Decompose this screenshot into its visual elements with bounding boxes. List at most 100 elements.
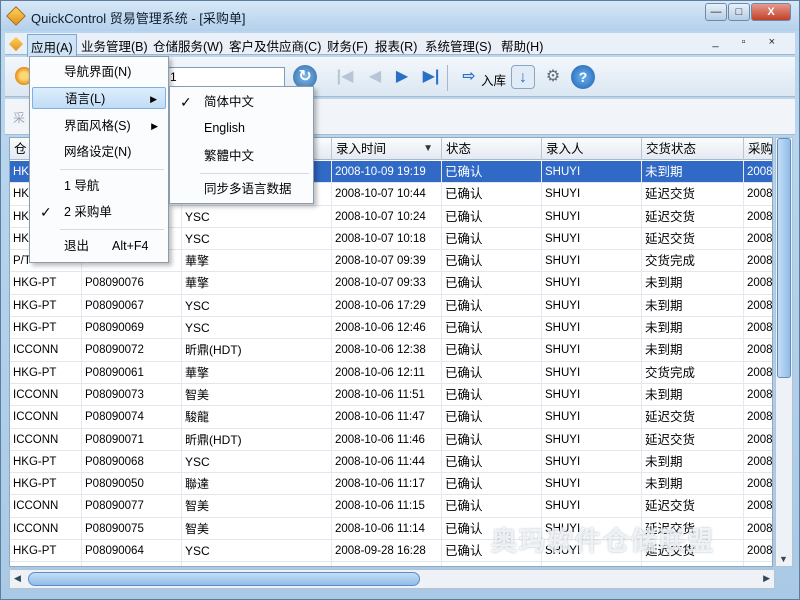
menu-help[interactable]: 帮助(H): [499, 36, 545, 55]
column-header-status[interactable]: 状态: [442, 138, 542, 160]
last-icon[interactable]: ▶|: [419, 65, 443, 89]
cell-warehouse: ICCONN: [10, 517, 82, 540]
table-row[interactable]: ICCONN P08090073 智美 2008-10-06 11:51 已确认 SHUY…: [10, 383, 772, 407]
first-icon[interactable]: |◀: [333, 65, 357, 89]
close-button[interactable]: X: [751, 3, 791, 21]
menu-business[interactable]: 业务管理(B): [79, 36, 150, 55]
menu-customers[interactable]: 客户及供应商(C): [227, 36, 323, 55]
tool-icon[interactable]: ⚙: [541, 65, 565, 89]
cell-supplier: YSC: [182, 540, 332, 563]
menu-item-language[interactable]: 语言(L) ▶: [32, 87, 166, 109]
cell-purchase-date: 2008-: [744, 272, 772, 294]
cell-order-no: P08090064: [82, 540, 182, 563]
cell-order-no: P08090069: [82, 317, 182, 340]
cell-order-no: P08090068: [82, 450, 182, 473]
maximize-button[interactable]: □: [728, 3, 750, 21]
column-header-delivery-status[interactable]: 交货状态: [642, 138, 744, 160]
column-header-purchase-date[interactable]: 采购: [744, 138, 772, 160]
menu-item-language-label: 语言(L): [65, 92, 106, 106]
cell-entered-by: SHUYI: [542, 406, 642, 429]
cell-order-no: P08090071: [82, 428, 182, 451]
cell-delivery-status: 未到期: [642, 383, 744, 406]
check-icon: ✓: [180, 94, 192, 110]
cell-warehouse: HKG-PT: [10, 294, 82, 317]
menu-item-traditional-chinese[interactable]: 繁體中文: [172, 145, 311, 167]
table-row[interactable]: HKG-PT P08090050 聯達 2008-10-06 11:17 已确认 SHUY…: [10, 473, 772, 496]
cell-status: 已确认: [442, 406, 542, 429]
cell-delivery-status: 延迟交货: [642, 406, 744, 429]
cell-supplier: 聯達: [182, 473, 332, 496]
table-row[interactable]: HKG-PT P08090069 YSC 2008-10-06 12:46 已确认 SHU…: [10, 317, 772, 340]
menu-item-exit[interactable]: 退出 Alt+F4: [32, 235, 166, 257]
vertical-scroll-thumb[interactable]: [777, 138, 791, 378]
column-header-entered-by[interactable]: 录入人: [542, 138, 642, 160]
minimize-button[interactable]: —: [705, 3, 727, 21]
menu-item-ui-style[interactable]: 界面风格(S) ▶: [32, 115, 166, 137]
menu-item-sync-languages[interactable]: 同步多语言数据: [172, 178, 311, 200]
cell-delivery-status: 未到期: [642, 473, 744, 496]
cell-warehouse: ICCONN: [10, 339, 82, 362]
cell-delivery-status: 未到期: [642, 272, 744, 295]
cell-warehouse: ICCONN: [10, 406, 82, 429]
next-icon[interactable]: ▶: [390, 65, 414, 89]
menu-item-window-2[interactable]: ✓ 2 采购单: [32, 201, 166, 223]
title-bar[interactable]: QuickControl 贸易管理系统 - [采购单] — □ X: [1, 1, 799, 31]
horizontal-scrollbar[interactable]: ◀ ▶: [9, 569, 775, 589]
table-row[interactable]: HKG-PT P08090068 YSC 2008-10-06 11:44 已确认 SHU…: [10, 450, 772, 474]
table-row[interactable]: ICCONN P08090074 駿龍 2008-10-06 11:47 已确认 SHUY…: [10, 406, 772, 429]
cell-supplier: 華擎: [182, 562, 332, 566]
cell-delivery-status: 延迟交货: [642, 205, 744, 228]
cell-status: 已确认: [442, 383, 542, 406]
cell-entry-time: 2008-10-06 11:47: [332, 406, 442, 429]
horizontal-scroll-thumb[interactable]: [28, 572, 420, 586]
cell-entry-time: 2008-10-06 11:44: [332, 450, 442, 473]
scroll-left-icon[interactable]: ◀: [14, 573, 21, 584]
cell-entered-by: SHUYI: [542, 183, 642, 206]
table-row[interactable]: ICCONN P08090077 智美 2008-10-06 11:15 已确认 SHUY…: [10, 495, 772, 518]
menu-system[interactable]: 系统管理(S): [423, 36, 494, 55]
menu-item-english[interactable]: English: [172, 117, 311, 139]
vertical-scrollbar[interactable]: ▼: [775, 137, 793, 567]
submenu-arrow-icon: ▶: [151, 121, 158, 131]
search-input[interactable]: [165, 67, 285, 87]
menu-item-network[interactable]: 网络设定(N): [32, 141, 166, 163]
mdi-controls[interactable]: _ ▫ ×: [712, 36, 785, 48]
menu-bar: 应用(A) 业务管理(B) 仓储服务(W) 客户及供应商(C) 财务(F) 报表…: [5, 33, 795, 59]
cell-delivery-status: 未到期: [642, 317, 744, 340]
instock-icon[interactable]: ⇨: [457, 65, 481, 89]
help-icon[interactable]: ?: [571, 65, 595, 89]
cell-entered-by: SHUYI: [542, 294, 642, 317]
column-header-entry-time[interactable]: 录入时间 ▼: [332, 138, 442, 160]
menu-reports[interactable]: 报表(R): [373, 36, 419, 55]
cell-status: 已确认: [442, 428, 542, 451]
mdi-app-icon[interactable]: [8, 36, 24, 52]
cell-supplier: 駿龍: [182, 406, 332, 429]
menu-item-simplified-chinese[interactable]: ✓ 简体中文: [172, 91, 311, 113]
cell-order-no: P08090072: [82, 339, 182, 362]
cell-entry-time: 2008-10-06 11:51: [332, 383, 442, 406]
cell-delivery-status: 交货完成: [642, 361, 744, 384]
table-row[interactable]: HKG-PT P08090067 YSC 2008-10-06 17:29 已确认 SHU…: [10, 294, 772, 318]
menu-item-window-1[interactable]: 1 导航: [32, 175, 166, 197]
cell-entry-time: 2008-10-07 09:33: [332, 272, 442, 295]
table-row[interactable]: ICCONN P08090072 昕鼎(HDT) 2008-10-06 12:38 已确…: [10, 339, 772, 362]
table-row[interactable]: ICCONN P08090071 昕鼎(HDT) 2008-10-06 11:46 已确…: [10, 428, 772, 451]
cell-purchase-date: 2008-: [744, 339, 772, 361]
cell-entry-time: 2008-10-07 10:24: [332, 205, 442, 228]
scroll-right-icon[interactable]: ▶: [763, 573, 770, 584]
cell-supplier: 智美: [182, 383, 332, 406]
table-row[interactable]: HKG-PT P08090061 華擎 2008-10-06 12:11 已确认 SHUY…: [10, 361, 772, 384]
cell-order-no: P08090073: [82, 383, 182, 406]
prev-icon[interactable]: ◀: [363, 65, 387, 89]
menu-finance[interactable]: 财务(F): [325, 36, 370, 55]
instock-label[interactable]: 入库: [481, 70, 506, 89]
language-submenu: ✓ 简体中文 English 繁體中文 同步多语言数据: [169, 86, 314, 204]
cell-purchase-date: 2008-: [744, 317, 772, 339]
cell-entered-by: SHUYI: [542, 450, 642, 473]
cell-delivery-status: 延迟交货: [642, 227, 744, 250]
menu-warehouse[interactable]: 仓储服务(W): [151, 36, 225, 55]
table-row[interactable]: HKG-PT P08090076 華擎 2008-10-07 09:33 已确认 SHUY…: [10, 272, 772, 295]
download-icon[interactable]: ↓: [511, 65, 535, 89]
menu-item-navigation[interactable]: 导航界面(N): [32, 61, 166, 83]
cell-purchase-date: 2008-: [744, 250, 772, 272]
